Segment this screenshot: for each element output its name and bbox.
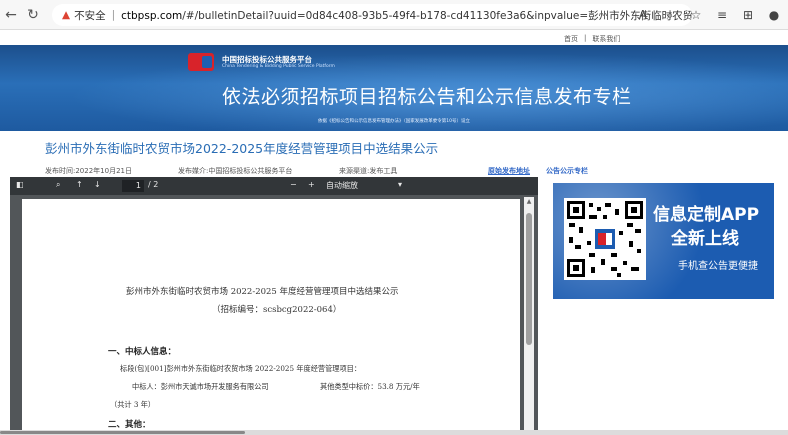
scroll-thumb[interactable] [0,431,245,434]
profile-icon[interactable]: ● [764,5,784,25]
promo-subheading: 全新上线 [671,229,739,249]
insecure-label: 不安全 [74,9,106,22]
page-total: / 2 [148,180,159,189]
section-heading: 一、中标人信息： [108,347,177,357]
browser-toolbar: ← ↻ ▲ 不安全 | ctbpsp.com/#/bulletinDetail?… [0,0,788,30]
chevron-down-icon[interactable]: ▾ [398,180,402,189]
source-channel: 来源渠道:发布工具 [339,167,398,175]
pdf-viewer[interactable]: ◧ ⌕ ↑ ↓ 1 / 2 − + 自动缩放 ▾ 彭州市外东街临时农贸市场 20… [10,177,538,435]
back-icon[interactable]: ← [0,4,22,26]
favorite-icon[interactable]: ☆ [686,5,706,25]
section-heading: 二、其他： [108,420,151,430]
zoom-out-button[interactable]: − [290,180,297,189]
read-aloud-icon[interactable]: Aᵃ [634,5,654,25]
contact-link[interactable]: 联系我们 [592,34,620,44]
publish-media: 发布媒介:中国招标投标公共服务平台 [178,167,293,175]
pdf-scrollbar[interactable]: ▲ [524,197,534,433]
scroll-up-icon[interactable]: ▲ [524,198,534,205]
sidebar-toggle-icon[interactable]: ◧ [16,180,24,189]
banner-basis: 依据《招标公告和公示信息发布管理办法》（国家发展改革委令第10号）设立 [318,119,470,124]
promo-tagline: 手机查公告更便捷 [678,261,758,272]
doc-title: 彭州市外东街临时农贸市场 2022-2025 年度经营管理项目中选结果公示 [126,287,399,297]
address-bar[interactable]: ▲ 不安全 | ctbpsp.com/#/bulletinDetail?uuid… [52,4,692,26]
home-link[interactable]: 首页 [564,34,578,44]
next-page-icon[interactable]: ↓ [94,180,101,189]
separator: | [584,34,587,42]
search-icon[interactable]: ⌕ [56,180,60,190]
favorites-list-icon[interactable]: ≡ [712,5,732,25]
site-banner: 中国招标投标公共服务平台 China Tendering & Bidding P… [0,45,788,131]
platform-name-en: China Tendering & Bidding Public Service… [222,64,335,69]
zoom-in-button[interactable]: + [308,180,315,189]
zoom-select[interactable]: 自动缩放 [326,180,358,191]
site-top-links: 首页 | 联系我们 [0,31,788,45]
pdf-toolbar: ◧ ⌕ ↑ ↓ 1 / 2 − + 自动缩放 ▾ [10,177,538,195]
prev-page-icon[interactable]: ↑ [76,180,83,189]
scroll-thumb[interactable] [526,213,532,345]
notice-title: 彭州市外东街临时农贸市场2022-2025年度经营管理项目中选结果公示 [45,141,439,156]
refresh-icon[interactable]: ↻ [22,4,44,26]
published-date: 发布时间:2022年10月21日 [45,167,132,175]
url-text: ctbpsp.com/#/bulletinDetail?uuid=0d84c40… [121,9,692,22]
doc-line: 中标人：彭州市天诚市场开发服务有限公司 [132,382,269,391]
app-promo-banner[interactable]: 信息定制APP 全新上线 手机查公告更便捷 [553,183,774,299]
doc-line: 其他类型中标价：53.8 万元/年 [320,382,420,391]
pdf-page: 彭州市外东街临时农贸市场 2022-2025 年度经营管理项目中选结果公示 （招… [22,199,520,435]
promo-heading: 信息定制APP [653,205,760,225]
doc-line: 标段(包)[001]彭州市外东街临时农贸市场 2022-2025 年度经营管理项… [120,364,362,373]
column-link[interactable]: 公告公示专栏 [546,166,588,176]
platform-logo-icon [188,53,214,71]
banner-title: 依法必须招标项目招标公告和公示信息发布专栏 [222,86,632,108]
horizontal-scrollbar[interactable] [0,430,788,435]
toolbar-actions: Aᵃ ⌕ ☆ ≡ ⊞ ● [634,4,788,26]
zoom-icon[interactable]: ⌕ [660,5,680,25]
separator: | [111,9,116,21]
warning-icon[interactable]: ▲ [62,9,70,21]
qr-code-icon [564,198,646,280]
doc-line: （共计 3 年） [110,400,156,409]
doc-tender-no: （招标编号：scsbcg2022-064） [212,305,342,315]
page-number-input[interactable]: 1 [122,180,144,192]
original-link[interactable]: 原始发布地址 [488,166,530,176]
collections-icon[interactable]: ⊞ [738,5,758,25]
